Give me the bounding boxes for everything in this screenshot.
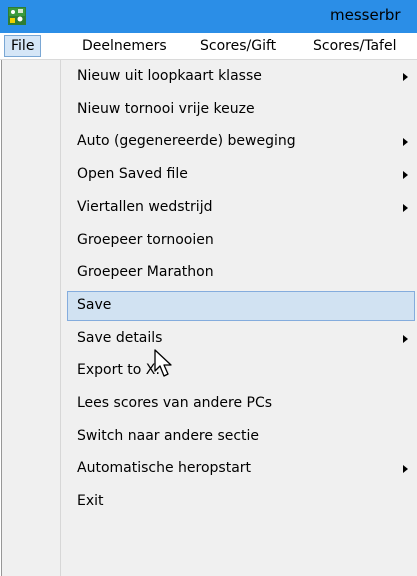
menu-item-label: Groepeer Marathon bbox=[77, 264, 214, 281]
mouse-cursor-icon bbox=[154, 349, 172, 377]
menu-item-export-to-x[interactable]: Export to X: bbox=[67, 356, 415, 386]
menu-gutter-divider bbox=[60, 60, 61, 576]
submenu-arrow-icon bbox=[403, 334, 408, 343]
menu-item-label: Lees scores van andere PCs bbox=[77, 395, 273, 411]
menu-item-groepeer-tornooien[interactable]: Groepeer tornooien bbox=[67, 226, 415, 256]
menu-item-groepeer-marathon[interactable]: Groepeer Marathon bbox=[67, 258, 415, 288]
menu-item-save-details[interactable]: Save details bbox=[67, 324, 415, 354]
menu-item-label: Nieuw uit loopkaart klasse bbox=[77, 68, 262, 84]
menu-item-save[interactable]: Save bbox=[67, 290, 415, 321]
submenu-arrow-icon bbox=[403, 138, 408, 147]
menu-item-automatische-heropstart[interactable]: Automatische heropstart bbox=[67, 454, 415, 484]
submenu-arrow-icon bbox=[403, 203, 408, 212]
menu-scores-gift[interactable]: Scores/Gift bbox=[200, 35, 276, 57]
menu-file[interactable]: File bbox=[4, 35, 42, 57]
menu-item-label: Auto (gegenereerde) beweging bbox=[77, 133, 296, 150]
menu-item-label: Groepeer tornooien bbox=[77, 231, 214, 248]
submenu-arrow-icon bbox=[403, 171, 408, 180]
menu-item-nieuw-tornooi-vrije-keuze[interactable]: Nieuw tornooi vrije keuze bbox=[67, 95, 415, 125]
title-bar[interactable]: messerbr bbox=[0, 0, 417, 33]
file-dropdown-menu: Nieuw uit loopkaart klasse Nieuw tornooi … bbox=[1, 60, 417, 576]
menu-item-label: Viertallen wedstrijd bbox=[77, 198, 213, 215]
menu-item-label: Save details bbox=[77, 329, 163, 346]
menu-deelnemers[interactable]: Deelnemers bbox=[82, 35, 167, 57]
app-icon[interactable] bbox=[8, 7, 26, 25]
window-title: messerbr bbox=[330, 6, 401, 24]
menu-item-label: Exit bbox=[77, 493, 104, 510]
menu-item-viertallen-wedstrijd[interactable]: Viertallen wedstrijd bbox=[67, 193, 415, 223]
menu-item-exit[interactable]: Exit bbox=[67, 487, 415, 517]
menu-item-label: Save bbox=[77, 296, 112, 313]
menu-scores-tafel[interactable]: Scores/Tafel bbox=[313, 35, 396, 57]
menu-bar: File Deelnemers Scores/Gift Scores/Tafel bbox=[0, 33, 417, 60]
menu-item-open-saved-file[interactable]: Open Saved file bbox=[67, 160, 415, 190]
menu-item-lees-scores-van-andere-pcs[interactable]: Lees scores van andere PCs bbox=[67, 389, 415, 419]
submenu-arrow-icon bbox=[403, 465, 408, 474]
menu-item-label: Switch naar andere sectie bbox=[77, 427, 260, 444]
submenu-arrow-icon bbox=[403, 73, 408, 81]
menu-item-label: Automatische heropstart bbox=[77, 460, 252, 477]
menu-item-label: Export to X: bbox=[77, 362, 161, 379]
menu-item-label: Open Saved file bbox=[77, 166, 188, 183]
menu-item-label: Nieuw tornooi vrije keuze bbox=[77, 100, 255, 117]
menu-item-auto-gegenereerde-beweging[interactable]: Auto (gegenereerde) beweging bbox=[67, 127, 415, 157]
menu-item-nieuw-uit-loopkaart-klasse[interactable]: Nieuw uit loopkaart klasse bbox=[67, 62, 415, 92]
menu-item-switch-naar-andere-sectie[interactable]: Switch naar andere sectie bbox=[67, 422, 415, 452]
